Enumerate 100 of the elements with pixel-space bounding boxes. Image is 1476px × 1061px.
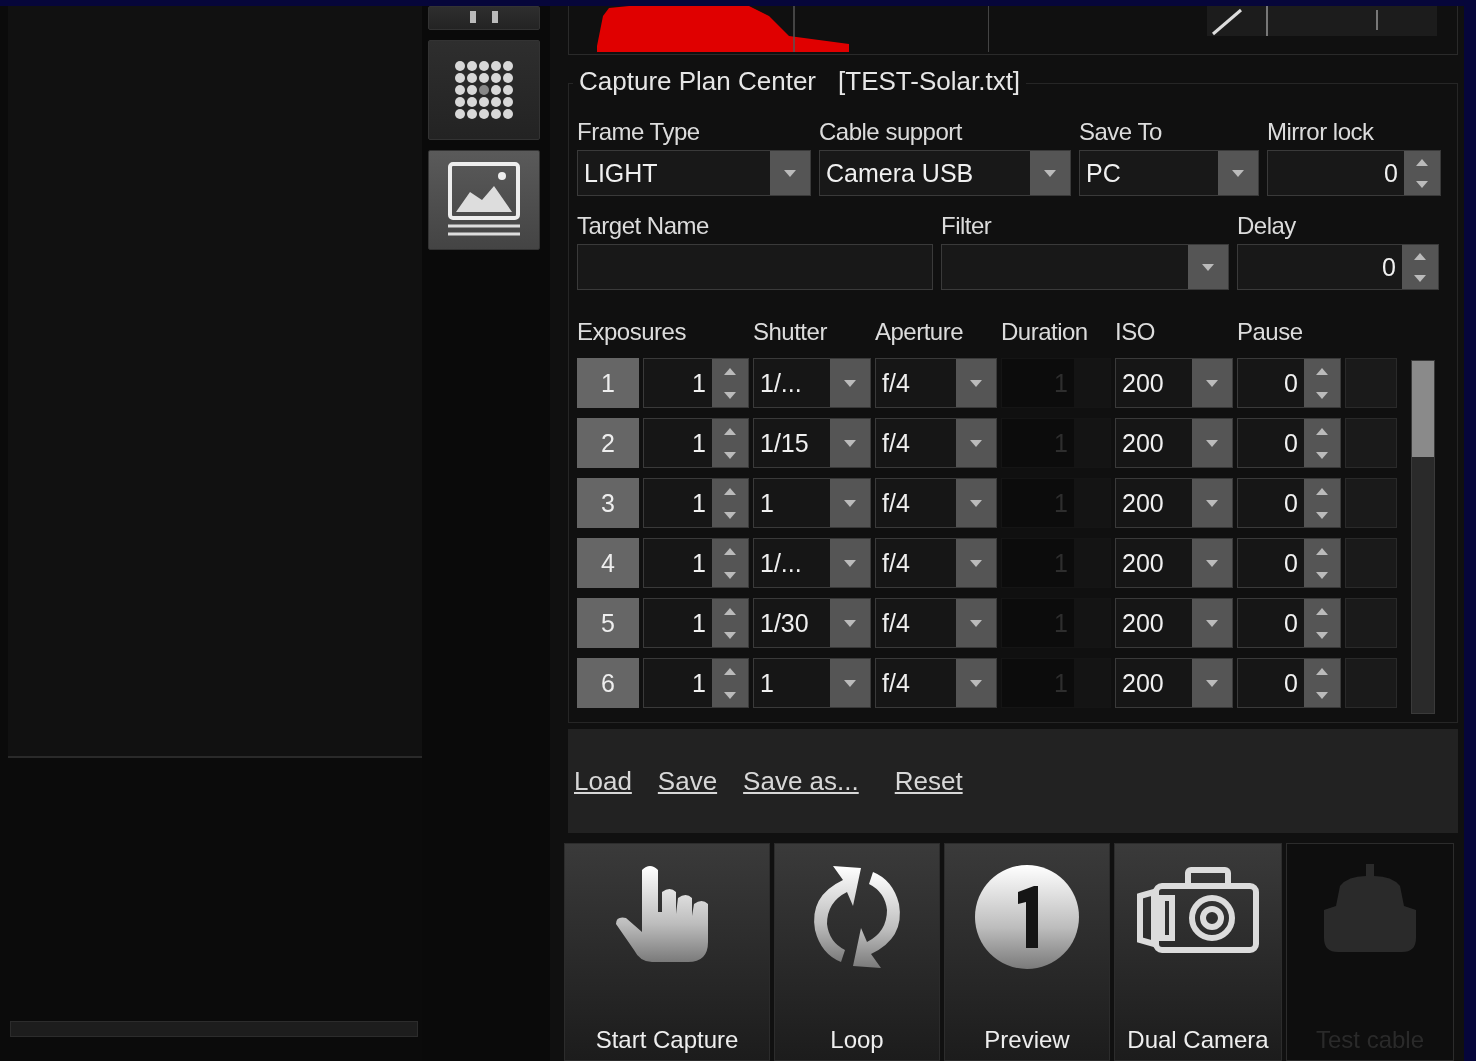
dropdown-field[interactable]: 1/... [753, 358, 871, 408]
spin-buttons[interactable] [712, 479, 748, 527]
spin-buttons[interactable] [712, 419, 748, 467]
dropdown-button[interactable] [1218, 151, 1258, 195]
spin-buttons[interactable] [1304, 659, 1340, 707]
dropdown-button[interactable] [830, 359, 870, 407]
dropdown-button[interactable] [956, 599, 996, 647]
dropdown-button[interactable] [956, 479, 996, 527]
down-arrow-icon [784, 169, 796, 177]
spin-buttons[interactable] [712, 599, 748, 647]
dropdown-field[interactable]: 1/30 [753, 598, 871, 648]
spin-buttons[interactable] [1304, 539, 1340, 587]
dropdown-field[interactable]: 1/15 [753, 418, 871, 468]
dropdown-field[interactable]: 200 [1115, 598, 1233, 648]
dropdown-field[interactable]: PC [1079, 150, 1259, 196]
dropdown-field[interactable]: LIGHT [577, 150, 811, 196]
number-field[interactable]: 0 [1237, 244, 1439, 290]
number-field[interactable]: 0 [1237, 538, 1341, 588]
dropdown-field[interactable] [941, 244, 1229, 290]
dropdown-button[interactable] [1192, 359, 1232, 407]
dropdown-field[interactable]: 200 [1115, 658, 1233, 708]
down-arrow-icon [844, 619, 856, 627]
dropdown-field[interactable]: f/4 [875, 658, 997, 708]
number-field[interactable]: 1 [643, 418, 749, 468]
dropdown-field[interactable]: f/4 [875, 478, 997, 528]
dropdown-field[interactable]: f/4 [875, 598, 997, 648]
dropdown-button[interactable] [1192, 539, 1232, 587]
dropdown-field[interactable]: 1 [753, 658, 871, 708]
field-label: Filter [941, 212, 993, 240]
dropdown-field[interactable]: 200 [1115, 478, 1233, 528]
link[interactable]: Save [657, 765, 718, 797]
dropdown-button[interactable] [830, 599, 870, 647]
spin-buttons[interactable] [1304, 599, 1340, 647]
number-field[interactable]: 0 [1267, 150, 1441, 196]
down-arrow-icon [1316, 391, 1328, 399]
dropdown-field[interactable]: 200 [1115, 358, 1233, 408]
row-number: 4 [577, 538, 639, 588]
number-field[interactable]: 1 [643, 538, 749, 588]
column-header: Duration [1001, 318, 1089, 347]
number-field[interactable]: 0 [1237, 598, 1341, 648]
link[interactable]: Save as... [743, 765, 859, 797]
dropdown-field[interactable]: Camera USB [819, 150, 1071, 196]
dropdown-button[interactable] [1192, 419, 1232, 467]
number-field[interactable]: 1 [643, 598, 749, 648]
dropdown-button[interactable] [956, 659, 996, 707]
dropdown-button[interactable] [830, 479, 870, 527]
spin-buttons[interactable] [1404, 151, 1440, 195]
action-button[interactable]: Start Capture [564, 843, 770, 1061]
dropdown-field[interactable]: 200 [1115, 418, 1233, 468]
spin-buttons[interactable] [712, 359, 748, 407]
down-arrow-icon [970, 499, 982, 507]
panel-title: Capture Plan Center [579, 66, 817, 97]
action-button[interactable]: Dual Camera [1114, 843, 1282, 1061]
empty-cell [1345, 358, 1397, 408]
dropdown-button[interactable] [1188, 245, 1228, 289]
file-name: [TEST-Solar.txt] [838, 66, 1021, 97]
dropdown-button[interactable] [770, 151, 810, 195]
dropdown-field[interactable]: f/4 [875, 358, 997, 408]
tool-button[interactable] [428, 6, 540, 30]
dropdown-button[interactable] [1192, 659, 1232, 707]
dropdown-field[interactable]: f/4 [875, 538, 997, 588]
link[interactable]: Reset [894, 765, 963, 797]
input-field[interactable] [577, 244, 933, 290]
number-field[interactable]: 1 [643, 358, 749, 408]
spin-buttons[interactable] [1402, 245, 1438, 289]
action-button[interactable]: Preview [944, 843, 1110, 1061]
dropdown-button[interactable] [1192, 599, 1232, 647]
dropdown-button[interactable] [830, 659, 870, 707]
scrollbar[interactable] [1411, 360, 1435, 714]
dropdown-button[interactable] [830, 419, 870, 467]
tool-button[interactable] [428, 150, 540, 250]
tool-button[interactable] [428, 40, 540, 140]
number-field[interactable]: 0 [1237, 478, 1341, 528]
dropdown-field[interactable]: 200 [1115, 538, 1233, 588]
action-button[interactable]: Loop [774, 843, 940, 1061]
spin-buttons[interactable] [1304, 359, 1340, 407]
dropdown-button[interactable] [830, 539, 870, 587]
number-field[interactable]: 0 [1237, 358, 1341, 408]
number-field[interactable]: 1 [643, 478, 749, 528]
dropdown-button[interactable] [956, 419, 996, 467]
down-arrow-icon [1206, 619, 1218, 627]
dropdown-field[interactable]: 1 [753, 478, 871, 528]
link[interactable]: Load [574, 765, 632, 797]
number-field[interactable]: 1 [643, 658, 749, 708]
dropdown-field[interactable]: f/4 [875, 418, 997, 468]
down-arrow-icon [1232, 169, 1244, 177]
spin-buttons[interactable] [1304, 479, 1340, 527]
down-arrow-icon [844, 559, 856, 567]
dropdown-button[interactable] [1030, 151, 1070, 195]
down-arrow-icon [844, 499, 856, 507]
dropdown-button[interactable] [1192, 479, 1232, 527]
up-arrow-icon [1416, 158, 1428, 166]
spin-buttons[interactable] [712, 539, 748, 587]
dropdown-button[interactable] [956, 539, 996, 587]
number-field[interactable]: 0 [1237, 658, 1341, 708]
number-field[interactable]: 0 [1237, 418, 1341, 468]
dropdown-button[interactable] [956, 359, 996, 407]
spin-buttons[interactable] [1304, 419, 1340, 467]
dropdown-field[interactable]: 1/... [753, 538, 871, 588]
spin-buttons[interactable] [712, 659, 748, 707]
